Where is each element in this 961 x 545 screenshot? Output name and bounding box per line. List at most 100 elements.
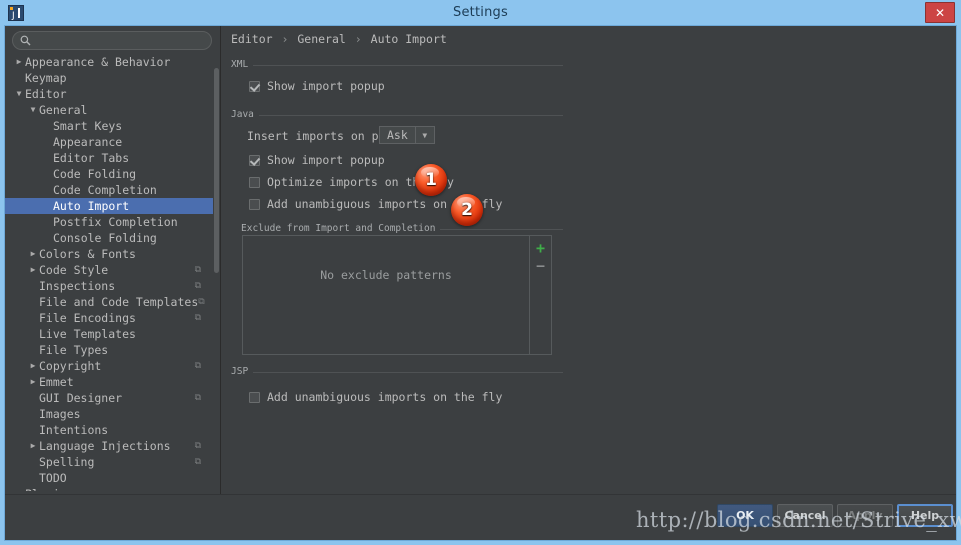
sidebar-item-plugins[interactable]: Plugins [5,486,213,491]
sidebar-item-spelling[interactable]: Spelling⧉ [5,454,213,470]
section-exclude: Exclude from Import and Completion [241,223,563,235]
project-scope-icon: ⧉ [198,294,204,310]
sidebar-item-gui-designer[interactable]: GUI Designer⧉ [5,390,213,406]
exclude-empty-message: No exclude patterns [243,268,529,282]
chevron-right-icon[interactable]: ▶ [27,262,39,278]
chevron-right-icon[interactable]: ▶ [27,438,39,454]
sidebar-item-label: Code Folding [53,166,201,182]
section-jsp-title: JSP [231,366,253,378]
sidebar-item-postfix-completion[interactable]: Postfix Completion [5,214,213,230]
sidebar-item-label: Editor [25,86,201,102]
sidebar-item-label: Editor Tabs [53,150,201,166]
checkbox-box[interactable] [249,199,260,210]
project-scope-icon: ⧉ [195,358,201,374]
sidebar-item-auto-import[interactable]: Auto Import [5,198,213,214]
sidebar-item-code-completion[interactable]: Code Completion [5,182,213,198]
insert-imports-value: Ask [380,127,415,143]
chevron-down-icon[interactable]: ▼ [27,102,39,118]
sidebar-item-label: Code Completion [53,182,201,198]
sidebar-item-label: General [39,102,201,118]
project-scope-icon: ⧉ [195,438,201,454]
window-title: Settings [0,5,961,20]
project-scope-icon: ⧉ [195,310,201,326]
sidebar-item-console-folding[interactable]: Console Folding [5,230,213,246]
exclude-patterns-listbox[interactable]: No exclude patterns + – [242,235,552,355]
chevron-right-icon[interactable]: ▶ [13,54,25,70]
help-button[interactable]: Help [897,504,953,527]
chevron-right-icon[interactable]: ▶ [27,358,39,374]
sidebar-item-code-folding[interactable]: Code Folding [5,166,213,182]
sidebar-item-label: Language Injections [39,438,195,454]
sidebar-scrollbar[interactable] [213,54,220,491]
search-input[interactable] [31,34,211,47]
chevron-right-icon[interactable]: ▶ [27,374,39,390]
insert-imports-dropdown[interactable]: Ask ▼ [379,126,435,144]
breadcrumb-part-2[interactable]: General [297,32,345,46]
sidebar-item-language-injections[interactable]: ▶Language Injections⧉ [5,438,213,454]
sidebar-item-images[interactable]: Images [5,406,213,422]
checkbox-box[interactable] [249,392,260,403]
sidebar-item-file-encodings[interactable]: File Encodings⧉ [5,310,213,326]
section-java-title: Java [231,109,259,121]
title-bar: J Settings ✕ [0,0,961,25]
section-jsp: JSP [231,366,563,378]
sidebar-item-editor[interactable]: ▼Editor [5,86,213,102]
sidebar-item-editor-tabs[interactable]: Editor Tabs [5,150,213,166]
checkbox-box[interactable] [249,81,260,92]
breadcrumb-part-1[interactable]: Editor [231,32,273,46]
sidebar-item-file-and-code-templates[interactable]: File and Code Templates⧉ [5,294,213,310]
sidebar-item-label: Keymap [25,70,201,86]
callout-badge-1: 1 [415,164,447,196]
sidebar-scrollbar-thumb[interactable] [214,68,219,273]
project-scope-icon: ⧉ [195,390,201,406]
sidebar-item-general[interactable]: ▼General [5,102,213,118]
chevron-right-icon[interactable]: ▶ [27,246,39,262]
section-exclude-title: Exclude from Import and Completion [241,223,440,235]
dialog-body: ▶Appearance & BehaviorKeymap▼Editor▼Gene… [4,25,957,541]
chevron-down-icon[interactable]: ▼ [13,86,25,102]
project-scope-icon: ⧉ [195,278,201,294]
checkbox-xml-show-import-popup[interactable]: Show import popup [249,79,385,93]
exclude-toolbar: + – [529,236,551,354]
sidebar-item-label: Images [39,406,201,422]
settings-main-panel: Editor › General › Auto Import XML Show … [221,26,956,495]
checkbox-box[interactable] [249,155,260,166]
sidebar-item-file-types[interactable]: File Types [5,342,213,358]
sidebar-item-code-style[interactable]: ▶Code Style⧉ [5,262,213,278]
sidebar-item-appearance[interactable]: Appearance [5,134,213,150]
section-divider-line [231,372,563,373]
ok-button[interactable]: OK [717,504,773,527]
sidebar-item-todo[interactable]: TODO [5,470,213,486]
remove-pattern-button[interactable]: – [532,257,550,275]
sidebar-item-appearance-behavior[interactable]: ▶Appearance & Behavior [5,54,213,70]
search-box[interactable] [12,31,212,50]
cancel-button[interactable]: Cancel [777,504,833,527]
sidebar-item-live-templates[interactable]: Live Templates [5,326,213,342]
section-divider-line [231,65,563,66]
sidebar-item-copyright[interactable]: ▶Copyright⧉ [5,358,213,374]
checkbox-box[interactable] [249,177,260,188]
sidebar-item-colors-fonts[interactable]: ▶Colors & Fonts [5,246,213,262]
sidebar-item-label: Postfix Completion [53,214,201,230]
add-pattern-button[interactable]: + [532,239,550,257]
sidebar-item-label: Auto Import [53,198,201,214]
sidebar-item-emmet[interactable]: ▶Emmet [5,374,213,390]
checkbox-java-show-import-popup[interactable]: Show import popup [249,153,385,167]
sidebar-item-intentions[interactable]: Intentions [5,422,213,438]
sidebar-item-label: TODO [39,470,201,486]
settings-tree[interactable]: ▶Appearance & BehaviorKeymap▼Editor▼Gene… [5,54,213,491]
checkbox-label: Show import popup [267,79,385,93]
sidebar-item-inspections[interactable]: Inspections⧉ [5,278,213,294]
close-icon[interactable]: ✕ [925,2,955,23]
chevron-down-icon[interactable]: ▼ [415,127,434,143]
dialog-footer: OK Cancel Apply Help [5,494,956,540]
callout-badge-2: 2 [451,194,483,226]
sidebar-item-smart-keys[interactable]: Smart Keys [5,118,213,134]
exclude-patterns-list[interactable]: No exclude patterns [243,236,529,354]
sidebar-item-keymap[interactable]: Keymap [5,70,213,86]
sidebar-item-label: Smart Keys [53,118,201,134]
checkbox-add-unambiguous-jsp[interactable]: Add unambiguous imports on the fly [249,390,502,404]
sidebar-item-label: Code Style [39,262,195,278]
apply-button[interactable]: Apply [837,504,893,527]
checkbox-label: Show import popup [267,153,385,167]
